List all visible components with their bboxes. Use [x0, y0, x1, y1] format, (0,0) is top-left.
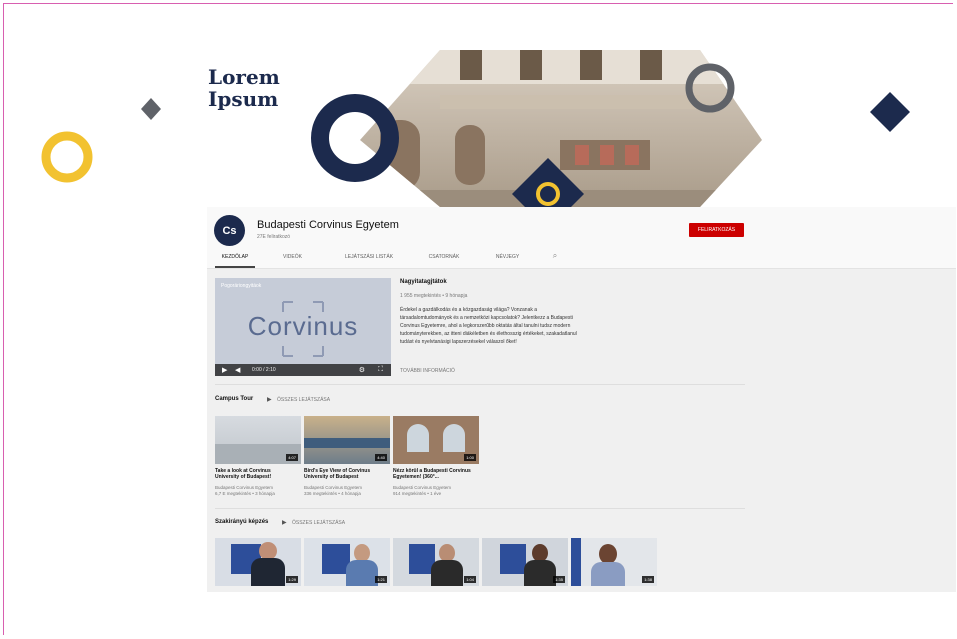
- featured-video-meta: 1 955 megtekintés • 9 hónapja: [400, 293, 468, 299]
- play-all-icon[interactable]: ▶: [267, 396, 272, 403]
- video-thumbnail[interactable]: 1:29: [215, 538, 301, 586]
- player-title: Pogoráriongyitáok: [221, 283, 262, 289]
- fullscreen-icon[interactable]: ⛶: [378, 366, 383, 374]
- section-divider: [215, 508, 745, 509]
- play-icon[interactable]: ▶: [222, 366, 227, 374]
- video-thumbnail[interactable]: 1:00: [393, 416, 479, 464]
- tab-videos[interactable]: VIDEÓK: [255, 251, 330, 268]
- section-title-szakiranyu[interactable]: Szakirányú képzés: [215, 519, 268, 525]
- yellow-ring: [41, 131, 93, 183]
- video-duration: 1:04: [464, 576, 476, 583]
- video-thumbnail[interactable]: 1:38: [571, 538, 657, 586]
- channel-name[interactable]: Budapesti Corvinus Egyetem: [257, 219, 399, 231]
- grey-diamond: [141, 98, 161, 120]
- brand-line-1: Lorem: [208, 65, 280, 89]
- banner-decoration: [41, 50, 910, 210]
- video-thumbnail[interactable]: 1:35: [482, 538, 568, 586]
- tab-home[interactable]: KEZDŐLAP: [215, 251, 255, 268]
- more-info-link[interactable]: TOVÁBBI INFORMÁCIÓ: [400, 368, 455, 374]
- play-all-link[interactable]: ÖSSZES LEJÁTSZÁSA: [277, 397, 330, 403]
- video-meta: 336 megtekintés • 4 hónapja: [304, 491, 361, 496]
- channel-header: Cs Budapesti Corvinus Egyetem 27E felira…: [207, 207, 956, 269]
- volume-icon[interactable]: ◀: [235, 366, 240, 374]
- video-thumbnail[interactable]: 4:40: [304, 416, 390, 464]
- video-thumbnail[interactable]: 1:21: [304, 538, 390, 586]
- video-duration: 1:38: [642, 576, 654, 583]
- player-logo-text: Corvinus: [247, 311, 359, 341]
- tab-channels[interactable]: CSATORNÁK: [408, 251, 480, 268]
- video-title[interactable]: Nézz körül a Budapesti Corvinus Egyeteme…: [393, 468, 473, 480]
- subscriber-count: 27E feliratkozó: [257, 234, 291, 240]
- player-time: 0:00 / 2:10: [252, 367, 276, 373]
- tab-playlists[interactable]: LEJÁTSZÁSI LISTÁK: [330, 251, 408, 268]
- video-duration: 1:29: [286, 576, 298, 583]
- player-controls: ▶ ◀ 0:00 / 2:10 ⚙ ⛶: [215, 364, 391, 376]
- video-title[interactable]: Bird's Eye View of Corvinus University o…: [304, 468, 384, 480]
- navy-diamond: [870, 92, 910, 132]
- video-meta: 914 megtekintés • 1 éve: [393, 491, 442, 496]
- channel-avatar[interactable]: Cs: [214, 215, 245, 246]
- video-title[interactable]: Take a look at Corvinus University of Bu…: [215, 468, 295, 480]
- subscribe-button[interactable]: FELIRATKOZÁS: [689, 223, 744, 237]
- video-duration: 1:21: [375, 576, 387, 583]
- video-duration: 4:40: [375, 454, 387, 461]
- brand-line-2: Ipsum: [208, 87, 279, 111]
- youtube-channel-page: Cs Budapesti Corvinus Egyetem 27E felira…: [207, 207, 956, 592]
- video-duration: 4:07: [286, 454, 298, 461]
- featured-video-title[interactable]: Nagyitatagjtátok: [400, 279, 447, 285]
- section-divider: [215, 384, 745, 385]
- video-duration: 1:00: [464, 454, 476, 461]
- section-title-campus-tour[interactable]: Campus Tour: [215, 396, 253, 402]
- video-duration: 1:35: [553, 576, 565, 583]
- video-thumbnail[interactable]: 1:04: [393, 538, 479, 586]
- featured-video-description: Érdekel a gazdálkodás és a közgazdaság v…: [400, 307, 577, 345]
- video-thumbnail[interactable]: 4:07: [215, 416, 301, 464]
- avatar-text: Cs: [222, 224, 237, 237]
- video-meta: 6,7 E megtekintés • 3 hónapja: [215, 491, 275, 496]
- play-all-icon[interactable]: ▶: [282, 519, 287, 526]
- settings-icon[interactable]: ⚙: [359, 366, 365, 374]
- search-icon[interactable]: ⌕: [525, 251, 585, 268]
- brand-logo: Lorem Ipsum: [208, 66, 280, 110]
- channel-tabs: KEZDŐLAP VIDEÓK LEJÁTSZÁSI LISTÁK CSATOR…: [215, 251, 585, 268]
- featured-video-player[interactable]: Pogoráriongyitáok Corvinus ▶ ◀ 0:00 / 2:…: [215, 278, 391, 376]
- play-all-link[interactable]: ÖSSZES LEJÁTSZÁSA: [292, 520, 345, 526]
